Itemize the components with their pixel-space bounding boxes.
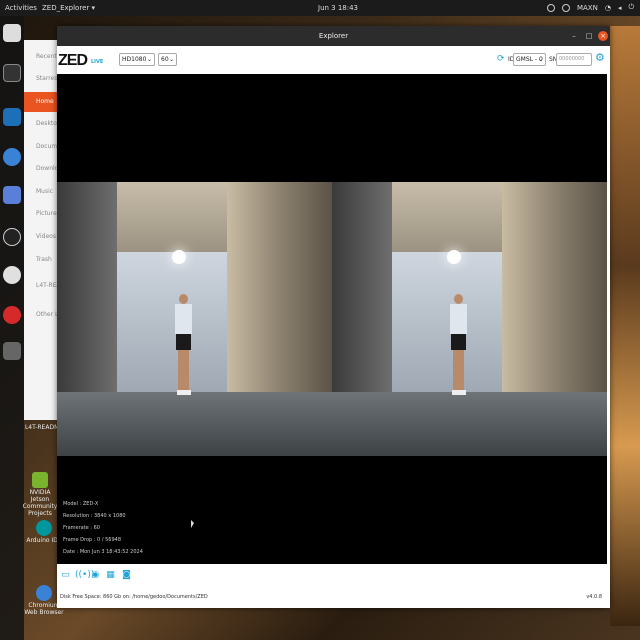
fm-item-recent[interactable]: Recent (24, 47, 58, 67)
tray-label[interactable]: MAXN (577, 4, 598, 12)
snapshot-icon[interactable]: ◙ (121, 570, 132, 581)
desktop-item-jetson-projects[interactable]: NVIDIA Jetson Community Projects (20, 472, 60, 517)
store-icon[interactable] (3, 266, 21, 284)
info-framerate: Framerate : 60 (63, 525, 100, 531)
video-icon[interactable]: ▦ (105, 570, 116, 581)
version-text: v4.0.8 (586, 594, 602, 600)
obs-icon[interactable] (3, 228, 21, 246)
camera-viewer[interactable]: Model : ZED-X Resolution : 3840 x 1080 F… (57, 74, 607, 564)
chromium-icon[interactable] (3, 148, 21, 166)
fm-item-home[interactable]: Home (24, 92, 58, 112)
disk-space-text: Disk Free Space: 860 Gb on: /home/gedoo/… (60, 594, 208, 600)
fm-item-other-locations[interactable]: Other Locations (24, 305, 58, 325)
app-menu[interactable]: ZED_Explorer ▾ (42, 4, 95, 12)
fm-item-music[interactable]: Music (24, 182, 58, 202)
info-frame-drop: Frame Drop : 0 / 56948 (63, 537, 122, 543)
right-camera-image (332, 182, 607, 456)
terminal-icon[interactable] (3, 64, 21, 82)
background-window (610, 26, 640, 626)
apps-icon[interactable] (3, 342, 21, 360)
chrome-icon[interactable] (561, 3, 570, 12)
cpu-icon[interactable] (546, 3, 555, 12)
chromium-icon (36, 585, 52, 601)
zed-logo: ZED (58, 52, 88, 69)
info-resolution: Resolution : 3840 x 1080 (63, 513, 126, 519)
fps-select[interactable]: 60 ⌄ (158, 53, 177, 66)
fm-item-l4t-readme[interactable]: L4T-README (24, 276, 58, 296)
fm-item-videos[interactable]: Videos (24, 227, 58, 247)
fm-item-documents[interactable]: Documents (24, 137, 58, 157)
window-titlebar[interactable]: Explorer – □ × (57, 26, 610, 46)
clock[interactable]: Jun 3 18:43 (318, 4, 358, 12)
person-figure (175, 294, 192, 414)
info-date: Date : Mon Jun 3 18:43:52 2024 (63, 549, 143, 555)
top-panel: Activities ZED_Explorer ▾ Jun 3 18:43 MA… (0, 0, 640, 16)
mouse-cursor-icon (191, 520, 194, 528)
info-model: Model : ZED-X (63, 501, 99, 507)
volume-icon[interactable]: ◂ (618, 4, 622, 12)
person-figure (450, 294, 467, 414)
files-icon[interactable] (3, 24, 21, 42)
screenshot-icon[interactable] (3, 186, 21, 204)
wifi-icon[interactable]: ◔ (605, 4, 611, 12)
fm-item-desktop[interactable]: Desktop (24, 114, 58, 134)
fm-item-pictures[interactable]: Pictures (24, 204, 58, 224)
toolbar: ZED LIVE HD1080 ⌄ 60 ⌄ ⟳ ID GMSL - 0 ⌄ S… (57, 46, 610, 74)
folder-icon[interactable]: ▭ (60, 570, 71, 581)
explorer-window: Explorer – □ × ZED LIVE HD1080 ⌄ 60 ⌄ ⟳ … (57, 26, 610, 608)
left-camera-image (57, 182, 332, 456)
live-badge: LIVE (91, 59, 104, 65)
window-title: Explorer (318, 32, 349, 40)
desktop-item-label: NVIDIA Jetson Community Projects (22, 489, 58, 517)
serial-number-input[interactable]: 00000000 (556, 53, 592, 66)
stream-icon[interactable]: ((•)) (75, 570, 94, 581)
activities-button[interactable]: Activities (5, 4, 37, 12)
chevron-down-icon: ⌄ (537, 56, 543, 63)
close-button[interactable]: × (598, 31, 608, 41)
chevron-down-icon: ⌄ (168, 56, 174, 63)
desktop: Activities ZED_Explorer ▾ Jun 3 18:43 MA… (0, 0, 640, 640)
fps-value: 60 (161, 56, 169, 63)
refresh-icon[interactable]: ⟳ (497, 54, 507, 64)
arduino-icon (36, 520, 52, 536)
file-manager-window: Recent Starred Home Desktop Documents Do… (24, 40, 58, 420)
vscode-icon[interactable] (3, 108, 21, 126)
status-bar: Disk Free Space: 860 Gb on: /home/gedoo/… (57, 588, 610, 608)
minimize-button[interactable]: – (569, 31, 579, 41)
power-icon[interactable]: ⏻ (628, 3, 634, 12)
maximize-button[interactable]: □ (584, 31, 594, 41)
system-tray[interactable]: MAXN ◔ ◂ ⏻ (546, 3, 634, 12)
chevron-down-icon: ⌄ (146, 56, 152, 63)
gear-icon[interactable]: ⚙ (595, 52, 607, 64)
sensor-icon[interactable]: ◉ (90, 570, 101, 581)
dock (0, 16, 24, 640)
camera-info-overlay: Model : ZED-X Resolution : 3840 x 1080 F… (63, 498, 143, 558)
help-icon[interactable] (3, 306, 21, 324)
resolution-select[interactable]: HD1080 ⌄ (119, 53, 155, 66)
resolution-value: HD1080 (122, 56, 147, 63)
camera-id-select[interactable]: GMSL - 0 ⌄ (513, 53, 546, 66)
fm-item-starred[interactable]: Starred (24, 69, 58, 89)
bottom-toolbar: ▭ ((•)) ◉ ▦ ◙ (57, 566, 610, 586)
fm-item-trash[interactable]: Trash (24, 250, 58, 270)
nvidia-icon (32, 472, 48, 488)
fm-item-downloads[interactable]: Downloads (24, 159, 58, 179)
